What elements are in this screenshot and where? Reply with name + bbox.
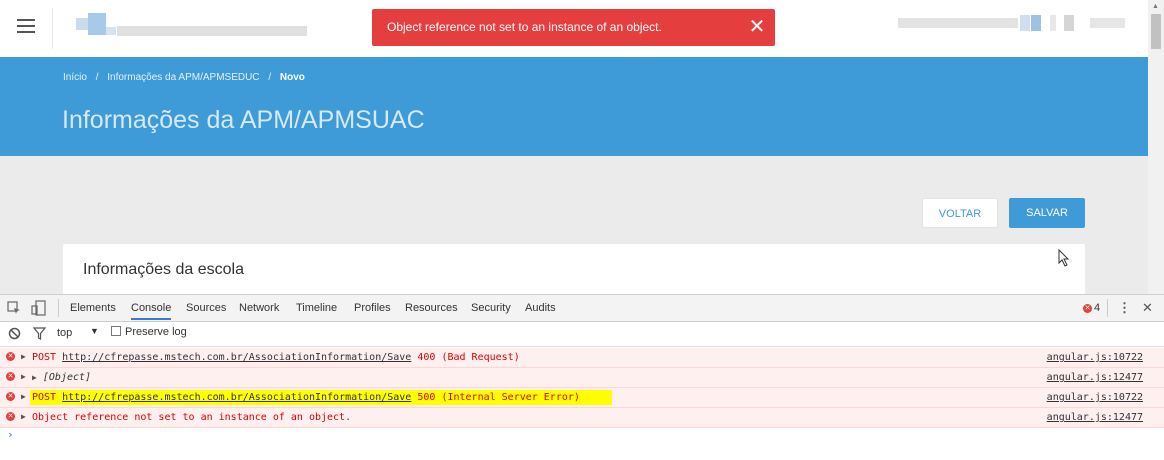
filter-icon[interactable]	[33, 327, 46, 340]
log-message: Object reference not set to an instance …	[32, 412, 352, 423]
close-devtools-icon[interactable]: ✕	[1142, 300, 1153, 316]
checkbox-icon[interactable]	[111, 326, 121, 336]
dropdown-arrow-icon[interactable]: ▼	[90, 326, 99, 336]
breadcrumb: Início / Informações da APM/APMSEDUC / N…	[63, 72, 311, 83]
expand-triangle-icon[interactable]: ▶	[21, 352, 26, 361]
error-toast: Object reference not set to an instance …	[372, 9, 775, 46]
more-options-icon[interactable]: ⋮	[1118, 300, 1131, 316]
tab-sources[interactable]: Sources	[186, 302, 226, 314]
console-log-entry[interactable]: ✕ ▶ POST http://cfrepasse.mstech.com.br/…	[0, 388, 1164, 408]
http-method: POST	[32, 352, 57, 363]
console-prompt[interactable]: ›	[7, 428, 14, 441]
scroll-thumb[interactable]	[1151, 14, 1161, 49]
error-icon: ✕	[6, 352, 15, 361]
tab-console[interactable]: Console	[131, 302, 172, 320]
log-source-link[interactable]: angular.js:10722	[1047, 352, 1143, 363]
error-icon: ✕	[6, 372, 15, 381]
preserve-log-checkbox[interactable]: Preserve log	[111, 326, 187, 338]
toolbar-divider	[58, 299, 59, 317]
logged-object[interactable]: [Object]	[43, 372, 91, 383]
app-page: Object reference not set to an instance …	[0, 0, 1148, 294]
toolbar-divider	[1107, 299, 1108, 317]
console-log-entry[interactable]: ✕ ▶ POST http://cfrepasse.mstech.com.br/…	[0, 348, 1164, 368]
log-source-link[interactable]: angular.js:12477	[1047, 372, 1143, 383]
back-button[interactable]: VOLTAR	[922, 198, 998, 228]
expand-triangle-icon[interactable]: ▶	[21, 412, 26, 421]
scroll-up-icon[interactable]: ▲	[1152, 3, 1159, 10]
close-icon[interactable]: ✕	[747, 16, 767, 38]
devtools-toolbar: Elements Console Sources Network Timelin…	[0, 295, 1164, 322]
console-log-entry[interactable]: ✕ ▶ ▶ [Object] angular.js:12477	[0, 368, 1164, 388]
page-header: Início / Informações da APM/APMSEDUC / N…	[0, 57, 1148, 156]
expand-triangle-icon[interactable]: ▶	[21, 372, 26, 381]
page-title: Informações da APM/APMSUAC	[62, 106, 425, 134]
tab-profiles[interactable]: Profiles	[354, 302, 391, 314]
log-message: POST http://cfrepasse.mstech.com.br/Asso…	[32, 352, 520, 363]
breadcrumb-separator: /	[268, 72, 272, 83]
divider	[52, 8, 53, 49]
console-log-entry[interactable]: ✕ ▶ Object reference not set to an insta…	[0, 408, 1164, 428]
http-method: POST	[32, 392, 57, 403]
log-source-link[interactable]: angular.js:12477	[1047, 412, 1143, 423]
highlight: POST http://cfrepasse.mstech.com.br/Asso…	[30, 390, 612, 405]
clear-console-icon[interactable]	[8, 327, 21, 340]
context-select[interactable]: top	[57, 327, 72, 339]
error-count: 4	[1094, 302, 1101, 314]
error-icon: ✕	[6, 392, 15, 401]
school-info-card: Informações da escola	[63, 244, 1085, 294]
toast-message: Object reference not set to an instance …	[387, 20, 662, 34]
device-mode-icon[interactable]	[31, 300, 47, 316]
inspect-icon[interactable]	[7, 301, 21, 315]
error-icon: ✕	[6, 412, 15, 421]
http-status: 400 (Bad Request)	[417, 352, 520, 363]
error-count-badge[interactable]: ✕ 4	[1083, 302, 1100, 314]
preserve-log-label: Preserve log	[125, 326, 187, 338]
card-title: Informações da escola	[83, 261, 244, 278]
tab-elements[interactable]: Elements	[70, 302, 116, 314]
http-status: 500 (Internal Server Error)	[417, 392, 580, 403]
breadcrumb-current: Novo	[279, 72, 305, 83]
expand-object-icon[interactable]: ▶	[32, 373, 37, 382]
tab-resources[interactable]: Resources	[405, 302, 458, 314]
page-scrollbar[interactable]: ▲	[1148, 0, 1164, 294]
mouse-cursor-icon	[1058, 249, 1070, 267]
tab-security[interactable]: Security	[471, 302, 511, 314]
error-icon: ✕	[1083, 303, 1092, 313]
log-message: POST http://cfrepasse.mstech.com.br/Asso…	[30, 390, 612, 405]
tab-network[interactable]: Network	[239, 302, 279, 314]
expand-triangle-icon[interactable]: ▶	[21, 392, 26, 401]
breadcrumb-apm[interactable]: Informações da APM/APMSEDUC	[107, 72, 259, 83]
tab-audits[interactable]: Audits	[525, 302, 556, 314]
devtools-panel: Elements Console Sources Network Timelin…	[0, 294, 1164, 460]
breadcrumb-separator: /	[95, 72, 99, 83]
request-url[interactable]: http://cfrepasse.mstech.com.br/Associati…	[62, 392, 411, 403]
log-source-link[interactable]: angular.js:10722	[1047, 392, 1143, 403]
console-filter-bar: top ▼ Preserve log	[0, 322, 1164, 347]
save-button[interactable]: SALVAR	[1009, 198, 1085, 228]
breadcrumb-home[interactable]: Início	[63, 72, 87, 83]
menu-icon[interactable]	[17, 19, 35, 33]
tab-timeline[interactable]: Timeline	[296, 302, 337, 314]
request-url[interactable]: http://cfrepasse.mstech.com.br/Associati…	[62, 352, 411, 363]
log-message: ▶ [Object]	[32, 372, 91, 383]
